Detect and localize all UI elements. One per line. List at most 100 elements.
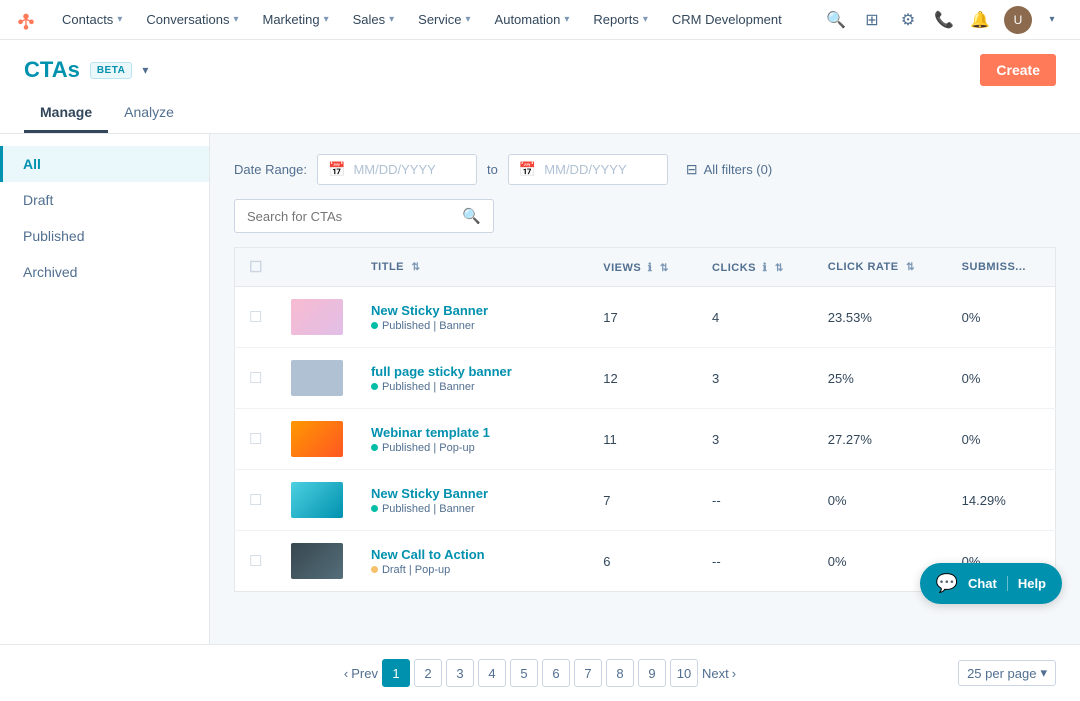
date-from-placeholder: MM/DD/YYYY bbox=[353, 162, 435, 177]
create-button[interactable]: Create bbox=[980, 54, 1056, 86]
views-header[interactable]: VIEWS ℹ ⇅ bbox=[589, 248, 698, 287]
sidebar-item-all[interactable]: All bbox=[0, 146, 209, 182]
nav-reports[interactable]: Reports ▾ bbox=[583, 0, 658, 40]
row-clicks: 3 bbox=[698, 348, 814, 409]
date-from-input[interactable]: 📅 MM/DD/YYYY bbox=[317, 154, 477, 185]
chat-icon: 💬 bbox=[936, 573, 958, 594]
nav-contacts[interactable]: Contacts ▾ bbox=[52, 0, 132, 40]
to-label: to bbox=[487, 162, 498, 177]
per-page-selector[interactable]: 25 per page ▾ bbox=[958, 660, 1056, 686]
date-range-label: Date Range: bbox=[234, 162, 307, 177]
cta-title-link[interactable]: New Sticky Banner bbox=[371, 486, 575, 501]
settings-icon[interactable]: ⚙ bbox=[892, 4, 924, 36]
page-button-10[interactable]: 10 bbox=[670, 659, 698, 687]
row-click-rate: 23.53% bbox=[814, 287, 948, 348]
status-dot bbox=[371, 322, 378, 329]
row-checkbox[interactable]: ☐ bbox=[249, 370, 262, 387]
nav-service[interactable]: Service ▾ bbox=[408, 0, 480, 40]
row-submissions: 14.29% bbox=[948, 470, 1056, 531]
sort-icon: ⇅ bbox=[660, 263, 669, 274]
prev-button[interactable]: ‹ Prev bbox=[344, 666, 378, 681]
grid-icon[interactable]: ⊞ bbox=[856, 4, 888, 36]
chat-label: Chat bbox=[968, 576, 997, 591]
nav-marketing[interactable]: Marketing ▾ bbox=[252, 0, 338, 40]
sidebar-item-archived[interactable]: Archived bbox=[0, 254, 209, 290]
chevron-down-icon: ▾ bbox=[564, 14, 569, 25]
click-rate-header[interactable]: CLICK RATE ⇅ bbox=[814, 248, 948, 287]
sidebar-item-published[interactable]: Published bbox=[0, 218, 209, 254]
nav-icon-group: 🔍 ⊞ ⚙ 📞 🔔 U ▾ bbox=[820, 4, 1068, 36]
cta-thumbnail bbox=[291, 360, 343, 396]
next-button[interactable]: Next › bbox=[702, 666, 736, 681]
row-checkbox[interactable]: ☐ bbox=[249, 492, 262, 509]
chevron-right-icon: › bbox=[732, 666, 736, 681]
page-navigation: ‹ Prev 1 2 3 4 5 6 7 8 9 10 Next › bbox=[344, 659, 736, 687]
row-checkbox[interactable]: ☐ bbox=[249, 309, 262, 326]
search-icon[interactable]: 🔍 bbox=[820, 4, 852, 36]
submissions-header: SUBMISS... bbox=[948, 248, 1056, 287]
page-button-5[interactable]: 5 bbox=[510, 659, 538, 687]
row-clicks: 4 bbox=[698, 287, 814, 348]
row-views: 17 bbox=[589, 287, 698, 348]
sidebar-item-draft[interactable]: Draft bbox=[0, 182, 209, 218]
status-dot bbox=[371, 505, 378, 512]
nav-crm-development[interactable]: CRM Development bbox=[662, 0, 792, 40]
status-text: Draft | Pop-up bbox=[382, 564, 450, 576]
user-avatar[interactable]: U bbox=[1004, 6, 1032, 34]
row-title-cell: New Call to Action Draft | Pop-up bbox=[357, 531, 589, 592]
cta-title-link[interactable]: New Call to Action bbox=[371, 547, 575, 562]
cta-thumbnail bbox=[291, 543, 343, 579]
chat-widget[interactable]: 💬 Chat Help bbox=[920, 563, 1062, 604]
row-checkbox-cell: ☐ bbox=[235, 531, 277, 592]
page-button-6[interactable]: 6 bbox=[542, 659, 570, 687]
cta-title-link[interactable]: full page sticky banner bbox=[371, 364, 575, 379]
row-checkbox-cell: ☐ bbox=[235, 470, 277, 531]
date-to-input[interactable]: 📅 MM/DD/YYYY bbox=[508, 154, 668, 185]
cta-status: Draft | Pop-up bbox=[371, 564, 575, 576]
row-clicks: -- bbox=[698, 531, 814, 592]
status-dot bbox=[371, 566, 378, 573]
nav-conversations[interactable]: Conversations ▾ bbox=[136, 0, 248, 40]
top-navigation: Contacts ▾ Conversations ▾ Marketing ▾ S… bbox=[0, 0, 1080, 40]
row-checkbox[interactable]: ☐ bbox=[249, 431, 262, 448]
row-thumbnail-cell bbox=[277, 409, 357, 470]
status-text: Published | Banner bbox=[382, 320, 475, 332]
row-checkbox[interactable]: ☐ bbox=[249, 553, 262, 570]
phone-icon[interactable]: 📞 bbox=[928, 4, 960, 36]
per-page-dropdown[interactable]: 25 per page ▾ bbox=[958, 660, 1056, 686]
title-header[interactable]: TITLE ⇅ bbox=[357, 248, 589, 287]
all-filters-button[interactable]: ⊟ All filters (0) bbox=[686, 161, 772, 178]
sidebar: All Draft Published Archived bbox=[0, 134, 210, 644]
page-button-8[interactable]: 8 bbox=[606, 659, 634, 687]
row-title-cell: full page sticky banner Published | Bann… bbox=[357, 348, 589, 409]
page-button-4[interactable]: 4 bbox=[478, 659, 506, 687]
clicks-header[interactable]: CLICKS ℹ ⇅ bbox=[698, 248, 814, 287]
tab-manage[interactable]: Manage bbox=[24, 94, 108, 133]
table-row: ☐ Webinar template 1 Published | Pop-up … bbox=[235, 409, 1056, 470]
row-thumbnail-cell bbox=[277, 531, 357, 592]
row-clicks: 3 bbox=[698, 409, 814, 470]
select-all-checkbox[interactable]: ☐ bbox=[249, 259, 263, 276]
chevron-down-icon[interactable]: ▾ bbox=[1036, 4, 1068, 36]
sort-icon: ⇅ bbox=[412, 262, 421, 273]
nav-sales[interactable]: Sales ▾ bbox=[343, 0, 405, 40]
cta-title-link[interactable]: New Sticky Banner bbox=[371, 303, 575, 318]
page-header: CTAs BETA ▾ Create Manage Analyze bbox=[0, 40, 1080, 134]
hubspot-logo[interactable] bbox=[12, 6, 40, 34]
page-button-9[interactable]: 9 bbox=[638, 659, 666, 687]
page-button-1[interactable]: 1 bbox=[382, 659, 410, 687]
nav-automation[interactable]: Automation ▾ bbox=[485, 0, 580, 40]
page-button-7[interactable]: 7 bbox=[574, 659, 602, 687]
date-to-placeholder: MM/DD/YYYY bbox=[544, 162, 626, 177]
page-button-2[interactable]: 2 bbox=[414, 659, 442, 687]
bell-icon[interactable]: 🔔 bbox=[964, 4, 996, 36]
chevron-down-icon[interactable]: ▾ bbox=[142, 63, 148, 77]
cta-title-link[interactable]: Webinar template 1 bbox=[371, 425, 575, 440]
row-title-cell: Webinar template 1 Published | Pop-up bbox=[357, 409, 589, 470]
search-input[interactable] bbox=[247, 209, 454, 224]
chevron-down-icon: ▾ bbox=[233, 14, 238, 25]
tab-analyze[interactable]: Analyze bbox=[108, 94, 190, 133]
page-button-3[interactable]: 3 bbox=[446, 659, 474, 687]
table-row: ☐ New Sticky Banner Published | Banner 7… bbox=[235, 470, 1056, 531]
row-thumbnail-cell bbox=[277, 348, 357, 409]
